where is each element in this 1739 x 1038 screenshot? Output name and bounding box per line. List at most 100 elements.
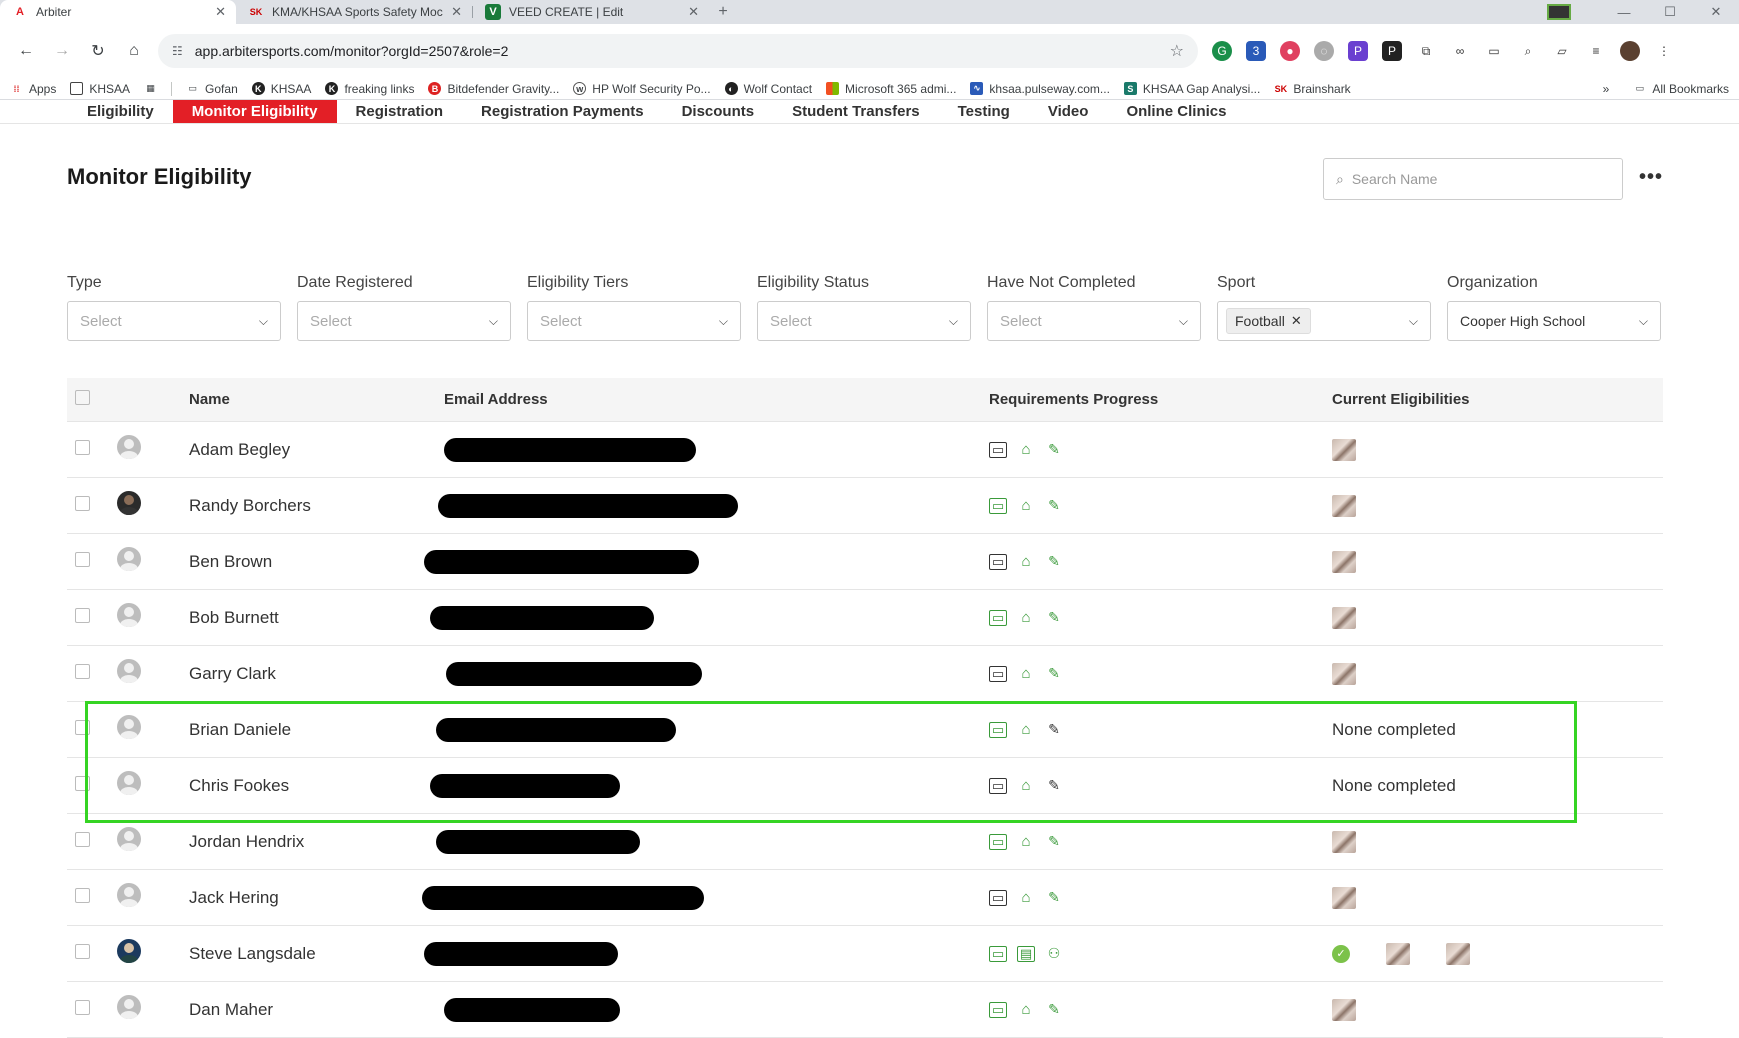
home-icon[interactable]: ⌂ [116, 42, 152, 60]
member-name[interactable]: Brian Daniele [189, 720, 444, 740]
grammarly-icon[interactable]: G [1212, 41, 1232, 61]
eligibility-status-select[interactable]: Select ⌵ [757, 301, 971, 341]
type-select[interactable]: Select ⌵ [67, 301, 281, 341]
id-card-icon[interactable]: ▤ [1017, 945, 1035, 962]
puzzle-icon[interactable]: ⧉ [1416, 41, 1436, 61]
minimize-icon[interactable]: — [1601, 5, 1647, 20]
extension-chat-icon[interactable]: ◌ [1314, 41, 1334, 61]
remove-chip-icon[interactable]: ✕ [1291, 313, 1302, 329]
edit-form-icon[interactable]: ✎ [1045, 777, 1063, 794]
tab-veed[interactable]: V VEED CREATE | Edit ✕ [473, 0, 709, 24]
row-checkbox[interactable] [75, 495, 90, 511]
devices-icon[interactable]: ▭ [1484, 41, 1504, 61]
bookmark-bitdefender[interactable]: B Bitdefender Gravity... [428, 82, 559, 96]
more-options-icon[interactable]: ••• [1639, 166, 1663, 189]
member-name[interactable]: Dan Maher [189, 1000, 444, 1020]
nav-registration-payments[interactable]: Registration Payments [462, 100, 663, 123]
sport-chip[interactable]: Football ✕ [1226, 308, 1311, 334]
member-name[interactable]: Bob Burnett [189, 608, 444, 628]
table-row[interactable]: Bob Burnett ▭ ⌂ ✎ [67, 590, 1663, 646]
graduation-cap-icon[interactable]: ⌂ [1017, 833, 1035, 850]
graduation-cap-icon[interactable]: ⌂ [1017, 609, 1035, 626]
reading-list-icon[interactable]: ≡ [1586, 41, 1606, 61]
header-name[interactable]: Name [189, 391, 444, 408]
member-name[interactable]: Jack Hering [189, 888, 444, 908]
have-not-completed-select[interactable]: Select ⌵ [987, 301, 1201, 341]
extension-badge-icon[interactable]: 3 [1246, 41, 1266, 61]
bookmarks-overflow[interactable]: » [1603, 82, 1610, 96]
row-checkbox[interactable] [75, 551, 90, 567]
edit-form-icon[interactable]: ✎ [1045, 721, 1063, 738]
maximize-icon[interactable]: ☐ [1647, 4, 1693, 20]
bookmark-apps[interactable]: ⁞⁞ Apps [10, 82, 57, 96]
row-checkbox[interactable] [75, 999, 90, 1015]
user-check-icon[interactable]: ⚇ [1045, 945, 1063, 962]
graduation-cap-icon[interactable]: ⌂ [1017, 889, 1035, 906]
check-circle-icon[interactable]: ✓ [1332, 944, 1350, 963]
bookmark-hp-wolf[interactable]: w HP Wolf Security Po... [573, 82, 711, 96]
extension-p-icon[interactable]: P [1348, 41, 1368, 61]
bookmark-gofan[interactable]: ▭ Gofan [186, 82, 237, 96]
edit-form-icon[interactable]: ✎ [1045, 497, 1063, 514]
table-row[interactable]: Brian Daniele ▭ ⌂ ✎ None completed [67, 702, 1663, 758]
eligibility-tiers-select[interactable]: Select ⌵ [527, 301, 741, 341]
table-row[interactable]: Garry Clark ▭ ⌂ ✎ [67, 646, 1663, 702]
eligibility-badge-icon[interactable] [1332, 998, 1356, 1021]
extension-p2-icon[interactable]: P [1382, 41, 1402, 61]
profile-avatar[interactable] [1620, 41, 1640, 61]
nav-testing[interactable]: Testing [939, 100, 1029, 123]
edit-form-icon[interactable]: ✎ [1045, 889, 1063, 906]
nav-monitor-eligibility[interactable]: Monitor Eligibility [172, 100, 337, 123]
nav-online-clinics[interactable]: Online Clinics [1107, 100, 1245, 123]
nav-registration[interactable]: Registration [337, 100, 463, 123]
address-bar[interactable]: ☷ app.arbitersports.com/monitor?orgId=25… [158, 34, 1198, 68]
graduation-cap-icon[interactable]: ⌂ [1017, 777, 1035, 794]
extension-icon[interactable] [1547, 4, 1571, 20]
cast-icon[interactable]: ▱ [1552, 41, 1572, 61]
bookmark-brainshark[interactable]: SK Brainshark [1274, 82, 1351, 96]
member-name[interactable]: Steve Langsdale [189, 944, 444, 964]
table-row[interactable]: Steve Langsdale ▭ ▤ ⚇ ✓ [67, 926, 1663, 982]
edit-form-icon[interactable]: ✎ [1045, 441, 1063, 458]
search-box[interactable]: ⌕ [1323, 158, 1623, 200]
video-course-icon[interactable]: ▭ [989, 777, 1007, 794]
video-course-icon[interactable]: ▭ [989, 889, 1007, 906]
organization-select[interactable]: Cooper High School ⌵ [1447, 301, 1661, 341]
member-name[interactable]: Chris Fookes [189, 776, 444, 796]
back-icon[interactable]: ← [8, 42, 44, 60]
video-course-icon[interactable]: ▭ [989, 665, 1007, 682]
table-row[interactable]: Chris Fookes ▭ ⌂ ✎ None completed [67, 758, 1663, 814]
select-all-checkbox[interactable] [75, 390, 90, 405]
eligibility-badge-icon[interactable] [1332, 886, 1356, 909]
row-checkbox[interactable] [75, 943, 90, 959]
member-name[interactable]: Garry Clark [189, 664, 444, 684]
edit-form-icon[interactable]: ✎ [1045, 553, 1063, 570]
edit-form-icon[interactable]: ✎ [1045, 665, 1063, 682]
close-icon[interactable]: ✕ [451, 4, 462, 20]
reload-icon[interactable]: ↻ [80, 41, 116, 61]
member-name[interactable]: Jordan Hendrix [189, 832, 444, 852]
table-row[interactable]: Dan Maher ▭ ⌂ ✎ [67, 982, 1663, 1038]
member-name[interactable]: Randy Borchers [189, 496, 444, 516]
bookmark-wolf-contact[interactable]: ◐ Wolf Contact [724, 82, 812, 96]
graduation-cap-icon[interactable]: ⌂ [1017, 1001, 1035, 1018]
video-course-icon[interactable]: ▭ [989, 1001, 1007, 1018]
eligibility-badge-icon[interactable] [1332, 438, 1356, 461]
video-course-icon[interactable]: ▭ [989, 553, 1007, 570]
row-checkbox[interactable] [75, 663, 90, 679]
nav-discounts[interactable]: Discounts [663, 100, 774, 123]
table-row[interactable]: Adam Begley ▭ ⌂ ✎ [67, 422, 1663, 478]
tab-arbiter[interactable]: A Arbiter ✕ [0, 0, 236, 24]
header-email[interactable]: Email Address [444, 391, 989, 408]
forward-icon[interactable]: → [44, 42, 80, 60]
video-course-icon[interactable]: ▭ [989, 833, 1007, 850]
url-text[interactable]: app.arbitersports.com/monitor?orgId=2507… [195, 43, 1170, 59]
video-course-icon[interactable]: ▭ [989, 497, 1007, 514]
site-info-icon[interactable]: ☷ [172, 44, 183, 58]
eligibility-badge-icon[interactable] [1386, 942, 1410, 965]
edit-form-icon[interactable]: ✎ [1045, 1001, 1063, 1018]
sport-select[interactable]: Football ✕ ⌵ [1217, 301, 1431, 341]
date-registered-select[interactable]: Select ⌵ [297, 301, 511, 341]
video-course-icon[interactable]: ▭ [989, 945, 1007, 962]
bookmark-gap-analysis[interactable]: S KHSAA Gap Analysi... [1123, 82, 1260, 96]
